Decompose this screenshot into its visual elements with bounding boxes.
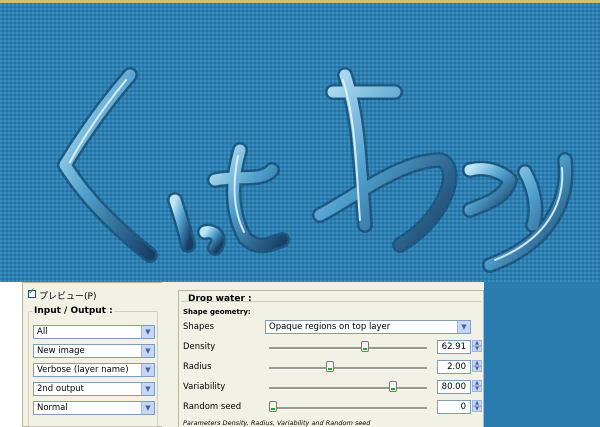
shapes-value: Opaque regions on top layer xyxy=(269,322,391,332)
input-layers-value: All xyxy=(37,327,48,337)
random-seed-label: Random seed xyxy=(183,402,242,412)
preview-checkbox[interactable] xyxy=(28,287,36,298)
shapes-select[interactable]: Opaque regions on top layer ▼ xyxy=(265,320,471,334)
density-slider[interactable] xyxy=(269,347,427,350)
chevron-down-icon: ▼ xyxy=(141,326,154,338)
random-seed-spinner[interactable]: ▲ ▼ xyxy=(472,400,482,413)
spin-down-icon: ▼ xyxy=(472,346,482,352)
spin-down-icon: ▼ xyxy=(472,386,482,392)
density-spinner[interactable]: ▲ ▼ xyxy=(472,340,482,353)
output-mode-value: New image xyxy=(37,346,85,356)
output-layer-name-value: Verbose (layer name) xyxy=(37,365,129,375)
density-label: Density xyxy=(183,342,216,352)
variability-label: Variability xyxy=(183,382,226,392)
section-title: Shape geometry: xyxy=(183,308,251,316)
io-panel: プレビュー(P) Input / Output : All ▼ New imag… xyxy=(22,282,162,427)
variability-spinner[interactable]: ▲ ▼ xyxy=(472,380,482,393)
variability-slider[interactable] xyxy=(269,387,427,390)
filter-title: Drop water : xyxy=(188,294,252,304)
panel-top-strip xyxy=(178,282,484,290)
chevron-down-icon: ▼ xyxy=(457,321,470,333)
density-input[interactable]: 62.91 xyxy=(437,340,471,354)
preview-label: プレビュー(P) xyxy=(39,292,97,302)
chevron-down-icon: ▼ xyxy=(141,345,154,357)
variability-slider-thumb[interactable] xyxy=(389,381,397,392)
radius-slider[interactable] xyxy=(269,367,427,370)
variability-input[interactable]: 80.00 xyxy=(437,380,471,394)
panel-divider xyxy=(162,282,178,427)
preview-output-select[interactable]: 2nd output ▼ xyxy=(33,382,155,396)
output-mode-select[interactable]: New image ▼ xyxy=(33,344,155,358)
density-slider-thumb[interactable] xyxy=(360,341,369,352)
radius-label: Radius xyxy=(183,362,212,372)
output-blend-value: Normal xyxy=(37,403,68,413)
spin-down-icon: ▼ xyxy=(472,406,482,412)
chevron-down-icon: ▼ xyxy=(141,364,154,376)
random-seed-input[interactable]: 0 xyxy=(437,400,471,414)
output-blend-select[interactable]: Normal ▼ xyxy=(33,401,155,415)
title-divider xyxy=(181,301,481,302)
input-layers-select[interactable]: All ▼ xyxy=(33,325,155,339)
image-preview-canvas[interactable] xyxy=(0,0,600,282)
radius-slider-thumb[interactable] xyxy=(326,361,334,372)
radius-spinner[interactable]: ▲ ▼ xyxy=(472,360,482,373)
filter-panel: Drop water : Shape geometry: Shapes Opaq… xyxy=(178,290,484,427)
chevron-down-icon: ▼ xyxy=(141,383,154,395)
radius-input[interactable]: 2.00 xyxy=(437,360,471,374)
random-seed-slider-thumb[interactable] xyxy=(269,401,277,412)
chevron-down-icon: ▼ xyxy=(141,402,154,414)
io-title: Input / Output : xyxy=(32,306,115,316)
spin-down-icon: ▼ xyxy=(472,366,482,372)
preview-output-value: 2nd output xyxy=(37,384,84,394)
parameters-note: Parameters Density, Radius, Variability … xyxy=(183,419,371,427)
shapes-label: Shapes xyxy=(183,322,215,332)
random-seed-slider[interactable] xyxy=(269,407,427,410)
output-layer-name-select[interactable]: Verbose (layer name) ▼ xyxy=(33,363,155,377)
image-preview-canvas-edge xyxy=(484,282,600,427)
